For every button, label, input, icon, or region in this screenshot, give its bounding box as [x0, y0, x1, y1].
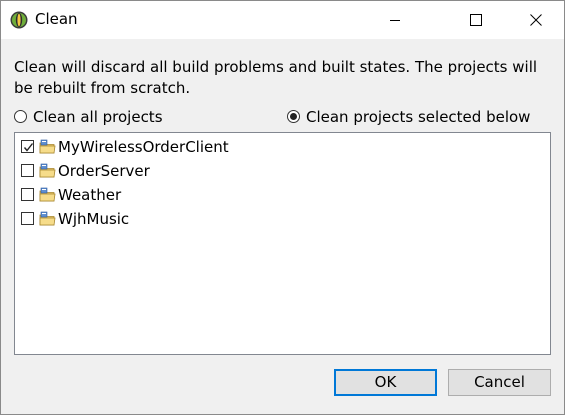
- project-checkbox[interactable]: [21, 188, 34, 201]
- window-title: Clean: [35, 10, 78, 28]
- project-checkbox-checked[interactable]: [21, 140, 34, 153]
- title-bar[interactable]: Clean: [1, 1, 564, 39]
- checkmark-icon: [23, 143, 34, 152]
- project-name: Weather: [58, 186, 122, 204]
- list-item[interactable]: MyWirelessOrderClient: [21, 136, 401, 158]
- project-name: MyWirelessOrderClient: [58, 138, 229, 156]
- project-folder-icon: [39, 163, 56, 179]
- project-name: OrderServer: [58, 162, 150, 180]
- minimize-icon: [390, 20, 400, 21]
- project-folder-icon: [39, 187, 56, 203]
- radio-unselected-indicator[interactable]: [14, 110, 27, 123]
- minimize-button[interactable]: [372, 1, 418, 39]
- maximize-button[interactable]: [453, 1, 499, 39]
- list-item[interactable]: WjhMusic: [21, 208, 401, 230]
- maximize-icon: [470, 14, 482, 26]
- clean-selected-projects-label: Clean projects selected below: [306, 108, 531, 126]
- close-button[interactable]: [513, 1, 559, 39]
- clean-all-projects-label: Clean all projects: [33, 108, 163, 126]
- project-checkbox[interactable]: [21, 212, 34, 225]
- project-list[interactable]: MyWirelessOrderClient OrderServer Weathe…: [14, 132, 551, 355]
- list-item[interactable]: Weather: [21, 184, 401, 206]
- dialog-message: Clean will discard all build problems an…: [14, 58, 538, 97]
- list-item[interactable]: OrderServer: [21, 160, 401, 182]
- cancel-button[interactable]: Cancel: [448, 369, 551, 396]
- clean-all-projects-radio[interactable]: Clean all projects: [14, 107, 174, 129]
- ok-button[interactable]: OK: [334, 369, 437, 396]
- project-folder-icon: [39, 139, 56, 155]
- project-name: WjhMusic: [58, 210, 130, 228]
- project-folder-icon: [39, 211, 56, 227]
- project-checkbox[interactable]: [21, 164, 34, 177]
- clean-selected-projects-radio[interactable]: Clean projects selected below: [287, 107, 557, 129]
- close-icon: [530, 14, 542, 26]
- clean-dialog: Clean Clean will discard all build probl…: [0, 0, 565, 415]
- radio-selected-indicator[interactable]: [287, 110, 300, 123]
- eclipse-icon: [10, 11, 28, 29]
